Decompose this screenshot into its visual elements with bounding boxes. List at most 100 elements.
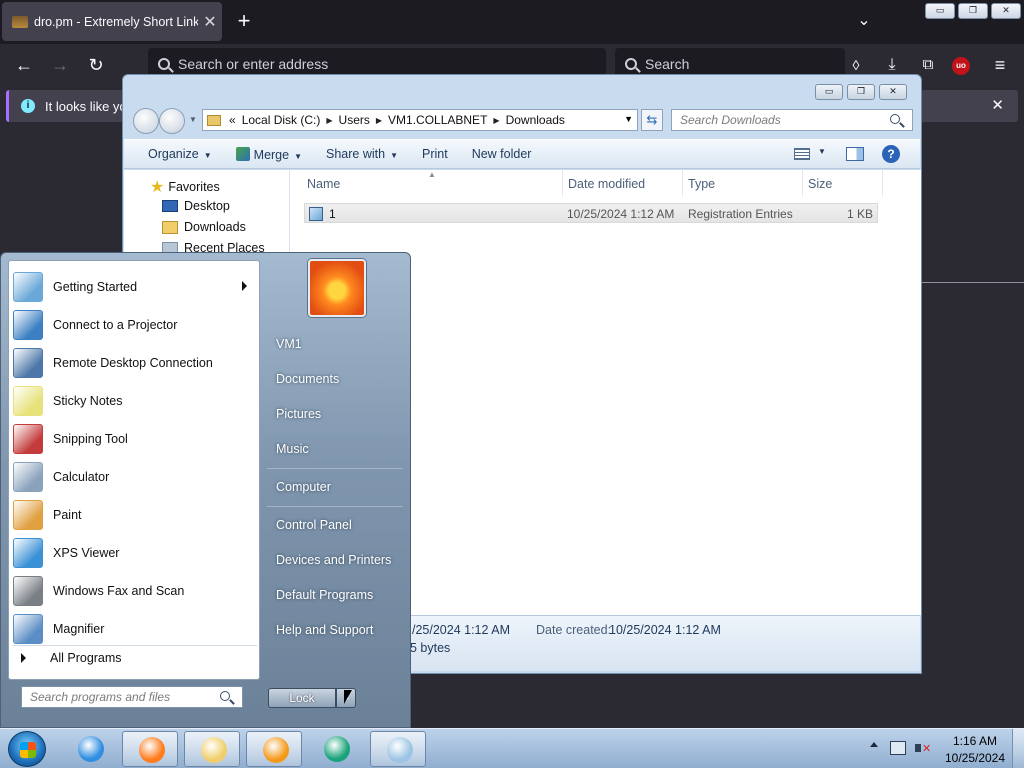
lock-button[interactable]: Lock [268, 688, 336, 708]
column-header-name[interactable]: Name [307, 177, 340, 191]
start-link-documents[interactable]: Documents [276, 372, 339, 386]
volume-muted-icon[interactable] [915, 741, 931, 755]
program-item[interactable]: Magnifier [13, 611, 257, 647]
address-bar[interactable]: « Local Disk (C:) ▶ Users ▶ VM1.COLLABNE… [202, 109, 638, 131]
chevron-down-icon[interactable]: ▼ [818, 147, 826, 156]
breadcrumb-user-folder[interactable]: VM1.COLLABNET [388, 113, 487, 127]
menu-icon[interactable]: ≡ [988, 54, 1012, 78]
reload-icon[interactable]: ↻ [84, 54, 108, 78]
new-tab-button[interactable]: + [232, 9, 256, 33]
start-search-placeholder: Search programs and files [30, 690, 171, 704]
program-item[interactable]: Sticky Notes [13, 383, 257, 419]
restore-button[interactable]: ❐ [958, 3, 988, 19]
address-dropdown-icon[interactable]: ▼ [624, 114, 633, 124]
start-link-pictures[interactable]: Pictures [276, 407, 321, 421]
program-item[interactable]: Paint [13, 497, 257, 533]
organize-button[interactable]: Organize ▼ [148, 147, 212, 161]
column-header-size[interactable]: Size [808, 177, 832, 191]
taskbar-app-vpn-client[interactable] [308, 731, 364, 767]
tab-list-chevron-icon[interactable]: ⌄ [852, 10, 876, 34]
forward-arrow-icon[interactable]: → [48, 54, 72, 78]
start-link-computer[interactable]: Computer [276, 480, 331, 494]
all-programs-button[interactable]: All Programs [21, 651, 122, 665]
column-divider[interactable] [682, 170, 683, 196]
explorer-restore-button[interactable]: ❐ [847, 84, 875, 100]
notification-close-icon[interactable]: ✕ [991, 96, 1004, 114]
share-with-button[interactable]: Share with ▼ [326, 147, 398, 161]
explorer-search-placeholder: Search Downloads [680, 113, 781, 127]
minimize-button[interactable]: ▭ [925, 3, 955, 19]
program-item[interactable]: Snipping Tool [13, 421, 257, 457]
refresh-icon[interactable]: ⇆ [641, 109, 663, 131]
program-item[interactable]: Remote Desktop Connection [13, 345, 257, 381]
print-button[interactable]: Print [422, 147, 448, 161]
column-header-date-modified[interactable]: Date modified [568, 177, 645, 191]
taskbar-app-firefox[interactable] [122, 731, 178, 767]
show-hidden-icons-icon[interactable] [870, 742, 878, 747]
change-view-icon[interactable] [794, 148, 810, 160]
start-link-music[interactable]: Music [276, 442, 309, 456]
snipping-tool-icon [13, 424, 43, 454]
column-divider[interactable] [562, 170, 563, 196]
ublock-icon[interactable]: uo [952, 57, 970, 75]
breadcrumb-separator-icon[interactable]: ▶ [376, 116, 382, 125]
start-link-user[interactable]: VM1 [276, 337, 302, 351]
back-arrow-icon[interactable]: ← [12, 54, 36, 78]
start-link-default-programs[interactable]: Default Programs [276, 588, 373, 602]
program-item[interactable]: XPS Viewer [13, 535, 257, 571]
close-button[interactable]: ✕ [991, 3, 1021, 19]
preview-pane-icon[interactable] [846, 147, 864, 161]
explorer-search-input[interactable]: Search Downloads [671, 109, 913, 131]
program-item[interactable]: Connect to a Projector [13, 307, 257, 343]
explorer-back-button[interactable] [133, 108, 159, 134]
breadcrumb-separator-icon[interactable]: ▶ [326, 116, 332, 125]
breadcrumb-local-disk[interactable]: Local Disk (C:) [242, 113, 321, 127]
breadcrumb-downloads[interactable]: Downloads [506, 113, 565, 127]
column-divider[interactable] [882, 170, 883, 196]
taskbar-app-media-player[interactable] [246, 731, 302, 767]
program-label: Snipping Tool [53, 432, 128, 446]
browser-tab[interactable]: dro.pm - Extremely Short Links ✕ [2, 2, 222, 41]
search-icon [158, 58, 170, 70]
nav-favorites[interactable]: ★ Favorites [150, 177, 220, 197]
taskbar-app-notepad-app[interactable] [370, 731, 426, 767]
tab-close-icon[interactable]: ✕ [198, 12, 222, 32]
start-link-devices-printers[interactable]: Devices and Printers [276, 553, 391, 567]
column-divider[interactable] [802, 170, 803, 196]
program-item[interactable]: Windows Fax and Scan [13, 573, 257, 609]
recent-pages-chevron-icon[interactable]: ▼ [189, 115, 197, 124]
start-link-control-panel[interactable]: Control Panel [276, 518, 352, 532]
clock-time[interactable]: 1:16 AM [945, 734, 1005, 748]
network-icon[interactable] [890, 741, 906, 755]
calculator-icon [13, 462, 43, 492]
breadcrumb-overflow[interactable]: « [229, 113, 236, 127]
nav-downloads[interactable]: Downloads [162, 220, 246, 234]
breadcrumb-users[interactable]: Users [339, 113, 370, 127]
start-link-help-support[interactable]: Help and Support [276, 623, 373, 637]
info-icon: i [21, 99, 35, 113]
file-row[interactable]: 1 10/25/2024 1:12 AM Registration Entrie… [304, 203, 878, 223]
nav-desktop[interactable]: Desktop [162, 199, 230, 213]
clock-date[interactable]: 10/25/2024 [940, 751, 1010, 765]
start-button[interactable] [8, 731, 46, 767]
explorer-close-button[interactable]: ✕ [879, 84, 907, 100]
program-item[interactable]: Calculator [13, 459, 257, 495]
column-header-type[interactable]: Type [688, 177, 715, 191]
program-item[interactable]: Getting Started [13, 269, 257, 305]
program-label: Sticky Notes [53, 394, 123, 408]
show-desktop-button[interactable] [1012, 729, 1024, 768]
taskbar-app-windows-explorer[interactable] [184, 731, 240, 767]
help-icon[interactable]: ? [882, 145, 900, 163]
new-folder-button[interactable]: New folder [472, 147, 532, 161]
explorer-minimize-button[interactable]: ▭ [815, 84, 843, 100]
site-favicon-icon [12, 15, 28, 28]
user-avatar[interactable] [308, 259, 366, 317]
merge-button[interactable]: Merge ▼ [235, 146, 302, 162]
start-search-input[interactable]: Search programs and files [21, 686, 243, 708]
taskbar-app-internet-explorer[interactable] [62, 731, 118, 767]
breadcrumb-separator-icon[interactable]: ▶ [493, 116, 499, 125]
start-right-divider [267, 468, 403, 469]
explorer-forward-button[interactable] [159, 108, 185, 134]
vpn-client-icon [324, 736, 350, 762]
start-menu-programs-pane: Getting Started Connect to a Projector Rem… [8, 260, 260, 680]
